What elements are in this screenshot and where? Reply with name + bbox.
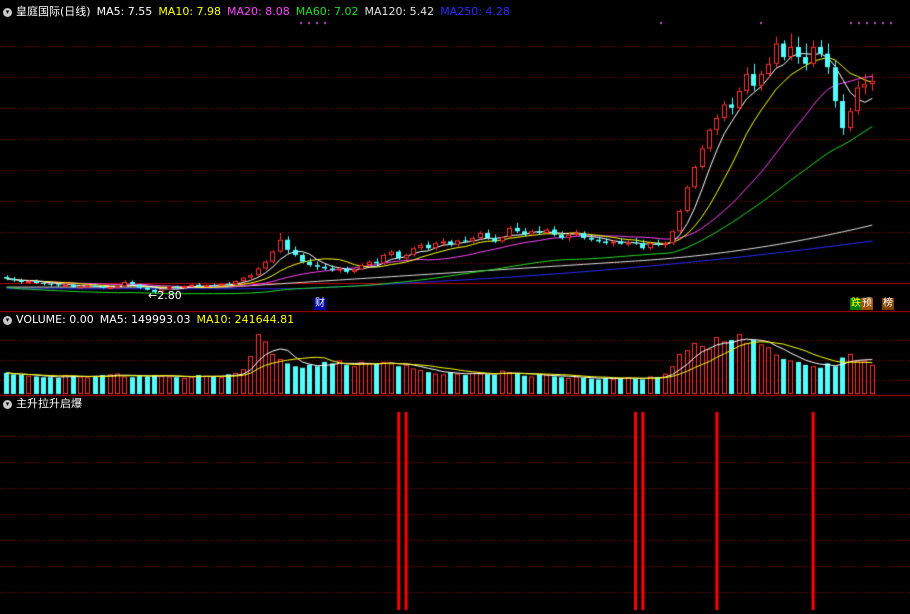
price-panel-header: ▾ 皇庭国际(日线) MA5: 7.55 MA10: 7.98 MA20: 8.…: [3, 4, 516, 20]
volume-ma10-label: MA10: 241644.81: [196, 313, 295, 326]
stock-chart-canvas[interactable]: [0, 0, 910, 614]
event-badge-b[interactable]: 预: [861, 298, 873, 310]
low-price-marker: ←2.80: [148, 289, 182, 302]
volume-panel-toggle-icon[interactable]: ▾: [3, 315, 12, 325]
ma120-label: MA120: 5.42: [364, 5, 435, 18]
volume-panel-header: ▾ VOLUME: 0.00 MA5: 149993.03 MA10: 2416…: [3, 312, 300, 328]
finance-badge[interactable]: 财: [314, 298, 326, 310]
signal-panel-header: ▾ 主升拉升启爆: [3, 396, 88, 412]
volume-ma5-label: MA5: 149993.03: [99, 313, 191, 326]
signal-panel-toggle-icon[interactable]: ▾: [3, 399, 12, 409]
ma20-label: MA20: 8.08: [227, 5, 290, 18]
volume-label: VOLUME: 0.00: [16, 313, 94, 326]
price-panel-toggle-icon[interactable]: ▾: [3, 7, 12, 17]
ma60-label: MA60: 7.02: [295, 5, 359, 18]
list-badge[interactable]: 榜: [882, 298, 894, 310]
signal-panel-title: 主升拉升启爆: [16, 397, 82, 410]
ma10-label: MA10: 7.98: [158, 5, 222, 18]
stock-label: 皇庭国际(日线): [16, 5, 91, 18]
ma5-label: MA5: 7.55: [96, 5, 153, 18]
ma250-label: MA250: 4.28: [440, 5, 510, 18]
